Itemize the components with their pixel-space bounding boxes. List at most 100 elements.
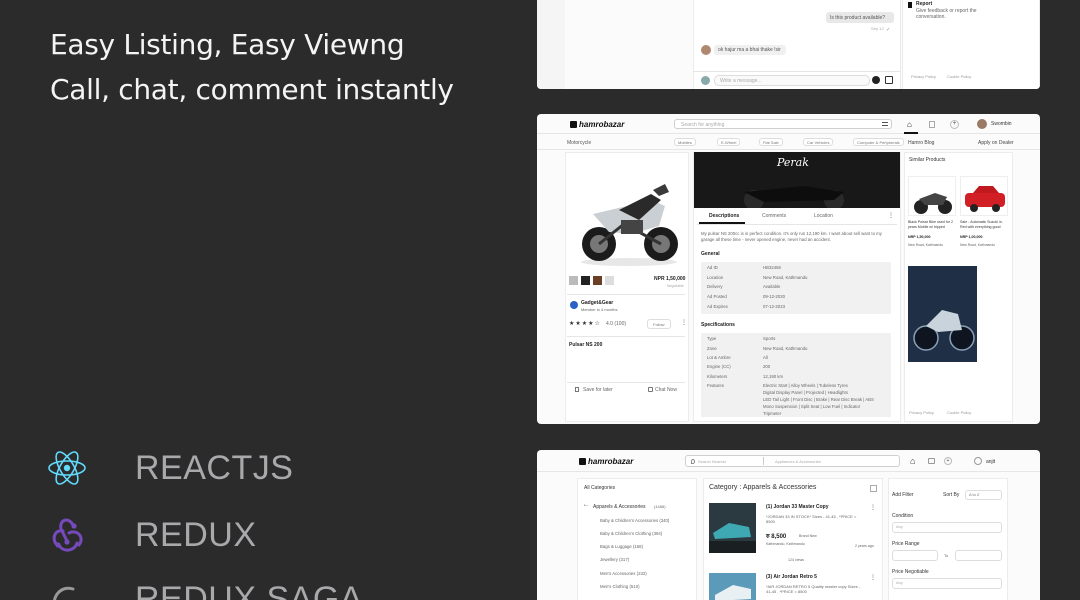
product-image[interactable] (569, 154, 687, 270)
price-range-label: Price Range (892, 541, 920, 547)
general-row: Ad ID HB32456 (707, 265, 781, 270)
filter-pill[interactable]: E-Wheel (717, 138, 741, 146)
listing-tag: Brand New (799, 534, 817, 538)
back-arrow-icon[interactable]: ← (583, 502, 589, 508)
brand-logo[interactable]: hamrobazar (579, 457, 633, 466)
privacy-link[interactable]: Privacy Policy (909, 410, 934, 415)
condition-select[interactable]: Any (892, 522, 1002, 533)
spec-row: Zone New Road, Kathmandu (707, 346, 808, 351)
spec-row: Features Electric Start | Alloy Wheels | … (707, 383, 848, 388)
more-icon[interactable]: ⋮ (888, 212, 894, 219)
avatar[interactable] (974, 457, 982, 465)
brand-logo[interactable]: hamrobazar (570, 120, 624, 129)
more-icon[interactable]: ⋮ (870, 574, 876, 581)
save-button[interactable]: Save for later (583, 387, 613, 393)
search-query[interactable]: Appliances & Accessories (775, 459, 821, 464)
similar-name[interactable]: Sale - Automatic Suzuki in. Red with eve… (960, 220, 1008, 229)
category-title: Category : Apparels & Accessories (709, 484, 817, 491)
location-icon (691, 459, 695, 464)
similar-product-card[interactable] (908, 176, 956, 216)
filter-pill[interactable]: Flat Sale (759, 138, 783, 146)
spec-row: Mono Suspension | Split Seat | Low Fuel … (763, 404, 861, 409)
similar-product-card[interactable] (908, 266, 977, 362)
filter-pill[interactable]: Car Vehicles (803, 138, 834, 146)
more-icon[interactable]: ⋮ (870, 504, 876, 511)
negotiable-select[interactable]: Any (892, 578, 1002, 589)
tab-comments[interactable]: Comments (762, 213, 786, 219)
general-row: Location New Road, Kathmandu (707, 275, 808, 280)
chat-screenshot: Report Give feedback or report the conve… (537, 0, 1040, 89)
bookmark-icon[interactable] (929, 121, 935, 128)
filter-icon[interactable] (882, 122, 888, 126)
avatar[interactable] (977, 119, 987, 129)
listing-desc: *AIR JORDAN RETRO 5 Quality master copy … (766, 584, 861, 594)
subcategory[interactable]: Jewellery (317) (600, 557, 629, 562)
message-input[interactable]: Write a message... (720, 78, 762, 84)
subcategory[interactable]: Baby & Children's Accessories (340) (600, 518, 669, 523)
rating-stars: ★★★★☆ (569, 321, 601, 327)
spec-row: LED Tail Light | Front Disc | Brake | Re… (763, 397, 874, 402)
banner-title: Perak (777, 156, 809, 169)
chat-icon[interactable] (928, 458, 935, 464)
price-min-input[interactable] (892, 550, 938, 561)
more-icon[interactable]: ⋮ (681, 319, 687, 326)
filter-pill[interactable]: Mobiles (674, 138, 696, 146)
image-icon[interactable] (885, 76, 893, 84)
subcategory[interactable]: Baby & Children's Clothing (394) (600, 531, 662, 536)
blog-link[interactable]: Hamro Blog (908, 140, 934, 146)
hero: Easy Listing, Easy Viewng Call, chat, co… (50, 22, 454, 112)
listing-image[interactable] (709, 503, 756, 553)
home-icon[interactable]: ⌂ (907, 120, 912, 129)
add-icon[interactable]: + (950, 120, 959, 129)
price-negotiable-label: Price Negotiable (892, 569, 929, 575)
seller-name[interactable]: Gadget&Gear (581, 300, 613, 306)
listing-name[interactable]: (1) Jordan 33 Master Copy (766, 504, 829, 510)
subcategory[interactable]: Men's Clothing (510) (600, 584, 640, 589)
privacy-link[interactable]: Privacy Policy (911, 74, 936, 79)
similar-product-card[interactable] (960, 176, 1008, 216)
add-icon[interactable]: + (944, 457, 952, 465)
subcategory[interactable]: Men's Accessories (232) (600, 571, 647, 576)
seller-avatar[interactable] (570, 301, 578, 309)
user-name[interactable]: Swombin (991, 121, 1012, 127)
listing-place: Kathmandu, Kathmandu (766, 542, 805, 546)
to-label: To (944, 553, 949, 558)
spec-row: Type Sports (707, 336, 776, 341)
add-filter[interactable]: Add Filter (892, 492, 913, 498)
product-title: Pulsar NS 200 (569, 342, 603, 348)
search-location[interactable]: Search Nearest (698, 459, 726, 464)
similar-price: NRP 1,00,000 (960, 235, 983, 239)
subcategory[interactable]: Bags & Luggage (168) (600, 544, 643, 549)
parent-category[interactable]: Apparels & Accessories (593, 504, 646, 510)
sort-by-label: Sort By (943, 492, 960, 498)
cookie-link[interactable]: Cookie Policy (947, 410, 971, 415)
home-icon[interactable]: ⌂ (910, 456, 915, 466)
dealer-link[interactable]: Apply on Dealer (978, 140, 1014, 146)
info-icon[interactable] (872, 76, 880, 84)
cookie-link[interactable]: Cookie Policy (947, 74, 971, 79)
thumbnail-strip[interactable] (569, 276, 614, 285)
tech-label: REDUX (135, 515, 257, 554)
user-name[interactable]: anjit (986, 459, 995, 465)
listing-image[interactable] (709, 573, 756, 600)
similar-name[interactable]: Black Pulsar Bike used for 2 years Mobil… (908, 220, 956, 229)
listing-category[interactable]: Motorcycle (567, 140, 591, 146)
filter-pill[interactable]: Computer & Peripherals (853, 138, 904, 146)
listing-name[interactable]: (3) Air Jordan Retro 5 (766, 574, 817, 580)
chat-now-button[interactable]: Chat Now (655, 387, 677, 393)
chat-icon[interactable] (648, 387, 653, 392)
all-categories[interactable]: All Categories (584, 485, 615, 491)
grid-view-icon[interactable] (870, 485, 877, 492)
tab-descriptions[interactable]: Descriptions (709, 213, 739, 219)
parent-count: (1456) (654, 504, 666, 509)
sort-select[interactable]: A to Z (965, 490, 1002, 500)
follow-button[interactable]: Follow (647, 319, 671, 329)
similar-price: NRP 1,50,000 (908, 235, 931, 239)
tech-label: REACTJS (135, 448, 294, 487)
bookmark-icon[interactable] (575, 387, 579, 392)
message-time: Sep 12 (871, 26, 884, 31)
price-max-input[interactable] (955, 550, 1002, 561)
listing-age: 2 years ago (855, 544, 874, 548)
report-title[interactable]: Report (916, 1, 932, 7)
tab-location[interactable]: Location (814, 213, 833, 219)
